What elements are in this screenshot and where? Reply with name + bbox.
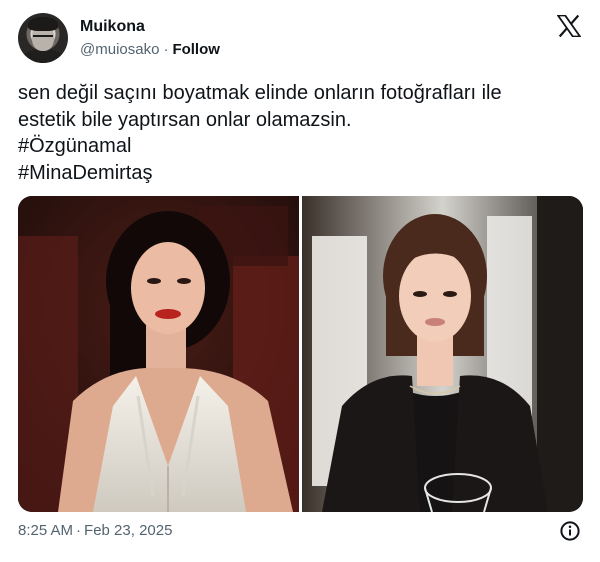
tweet-date: Feb 23, 2025 [84,522,173,539]
handle-separator: · [163,41,169,58]
display-name[interactable]: Muikona [80,18,145,36]
avatar-shoulders [22,49,64,63]
photo-right-illustration [302,196,583,512]
tweet-text-line: estetik bile yaptırsan onlar olamazsin. [18,108,352,131]
avatar[interactable] [18,13,68,63]
tweet-text: sen değil saçını boyatmak elinde onların… [18,80,583,186]
follow-button[interactable]: Follow [172,41,220,58]
avatar-glasses [33,35,53,40]
tweet-text-line: sen değil saçını boyatmak elinde onların… [18,82,502,104]
photo-woman-white-dress[interactable] [18,196,299,512]
tweet-card: Muikona @muiosako · Follow sen değil saçın… [0,0,600,562]
timestamp[interactable]: 8:25 AM · Feb 23, 2025 [18,522,172,539]
photo-woman-black-blazer[interactable] [302,196,583,512]
hashtag-minademirtas[interactable]: #MinaDemirtaş [18,160,583,187]
handle-row: @muiosako · Follow [80,41,220,58]
tweet-time: 8:25 AM [18,522,74,539]
photo-left-illustration [18,196,299,512]
hashtag-ozgunamal[interactable]: #Özgünamal [18,133,583,160]
info-icon[interactable] [559,520,581,542]
media-grid [18,196,583,512]
x-logo-icon[interactable] [557,15,581,37]
avatar-hair [28,17,58,31]
user-handle[interactable]: @muiosako [80,41,159,58]
timestamp-separator: · [76,522,82,539]
